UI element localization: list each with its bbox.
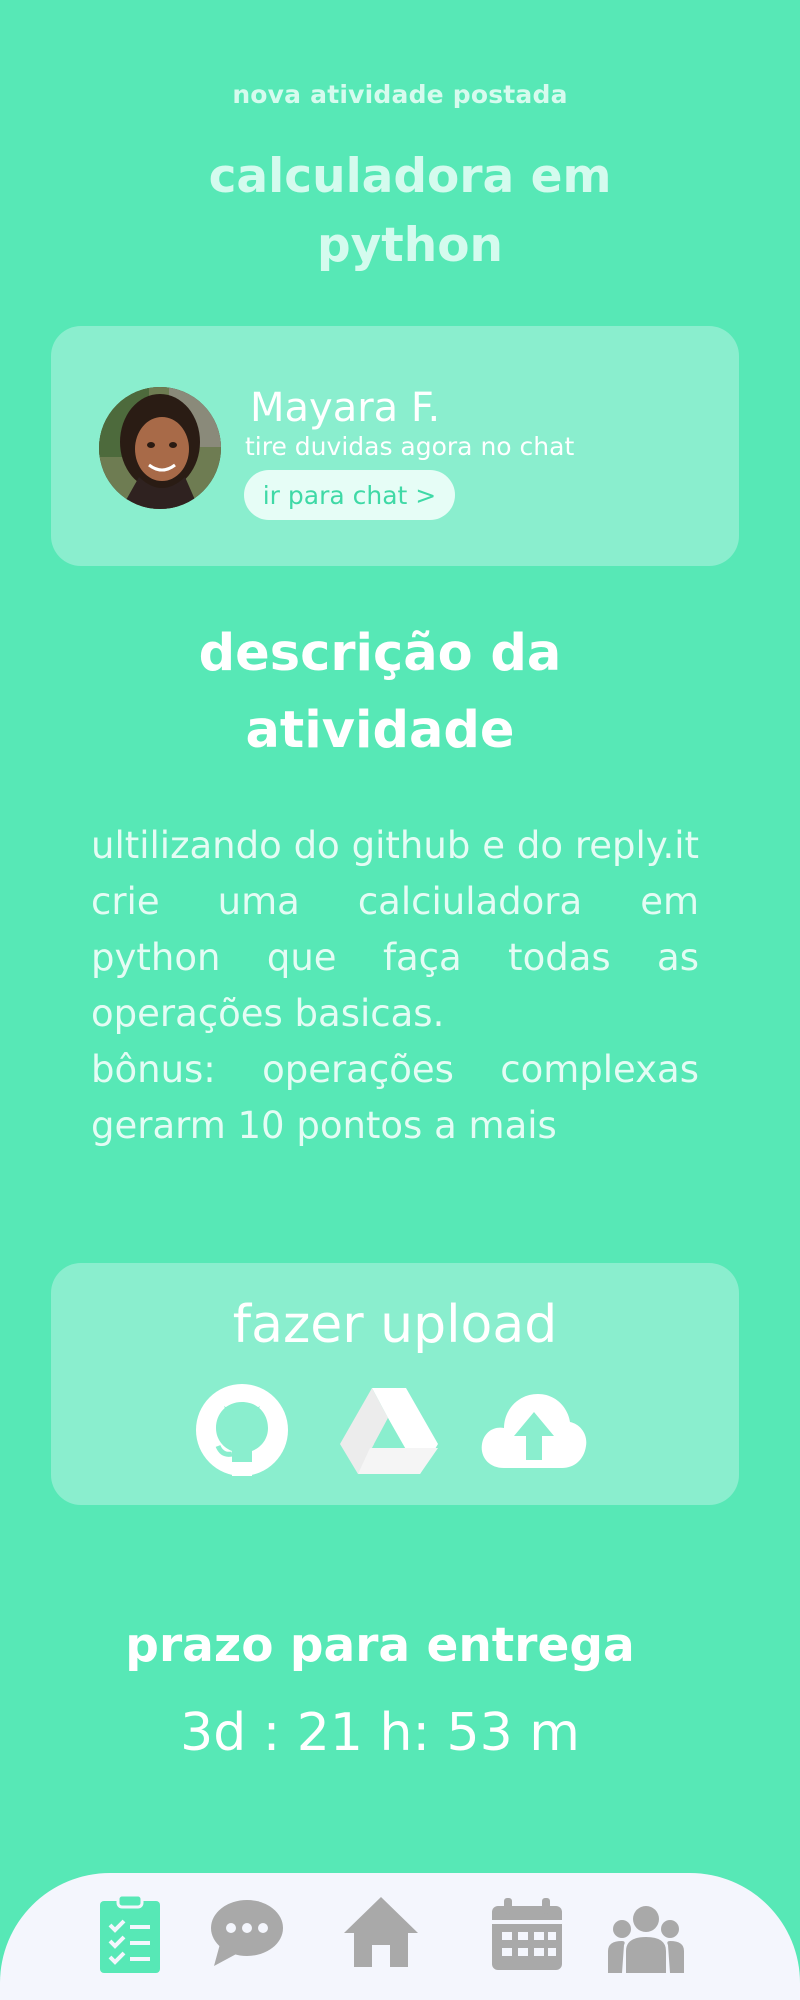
chat-button[interactable]: ir para chat >: [244, 470, 455, 520]
page-title: calculadora em python: [208, 149, 612, 273]
avatar-photo: [99, 387, 221, 509]
subtitle: nova atividade postada: [232, 80, 568, 109]
group-icon[interactable]: [608, 1905, 684, 1973]
tasks-icon[interactable]: [98, 1893, 162, 1975]
github-icon[interactable]: [196, 1384, 288, 1476]
google-drive-icon[interactable]: [340, 1386, 438, 1476]
home-icon[interactable]: [344, 1895, 418, 1969]
teacher-name: Mayara F.: [250, 385, 441, 431]
calendar-icon[interactable]: [490, 1898, 564, 1972]
teacher-hint: tire duvidas agora no chat: [245, 432, 575, 461]
chat-icon[interactable]: [210, 1898, 284, 1968]
deadline-countdown: 3d : 21 h: 53 m: [180, 1703, 580, 1763]
description-line: bônus: operações complexas gerarm 10 pon…: [91, 1048, 699, 1147]
description-body: ultilizando do github e do reply.it crie…: [91, 818, 699, 1154]
description-line: ultilizando do github e do reply.it crie…: [91, 824, 699, 1035]
deadline-label: prazo para entrega: [125, 1618, 635, 1673]
upload-title: fazer upload: [232, 1295, 558, 1355]
description-title: descrição da atividade: [198, 624, 562, 760]
cloud-upload-icon[interactable]: [480, 1388, 588, 1472]
avatar: [99, 387, 221, 509]
